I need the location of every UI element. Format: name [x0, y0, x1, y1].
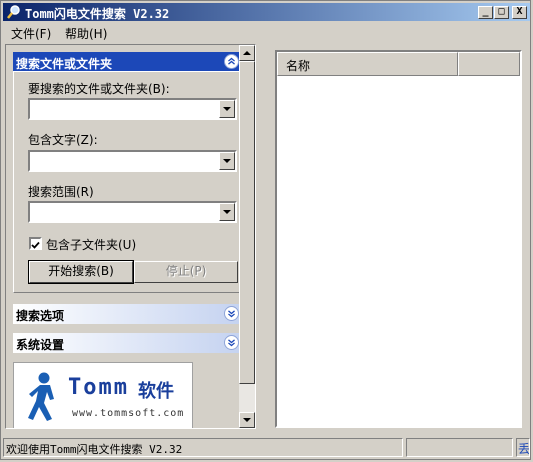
scroll-up-button[interactable]: [239, 45, 255, 61]
menu-bar: 文件(F) 帮助(H): [3, 22, 530, 41]
column-header-extra[interactable]: [458, 52, 520, 76]
menu-file[interactable]: 文件(F): [11, 25, 51, 42]
status-right-text: 丢: [518, 442, 530, 456]
status-message-panel: 欢迎使用Tomm闪电文件搜索 V2.32: [3, 438, 403, 457]
column-header-name[interactable]: 名称: [277, 52, 458, 76]
close-button[interactable]: X: [512, 6, 527, 19]
scroll-thumb[interactable]: [239, 61, 255, 384]
main-window: Tomm闪电文件搜索 V2.32 _ □ X 文件(F) 帮助(H) 搜索文件或…: [0, 0, 531, 460]
dropdown-arrow-icon: [223, 159, 231, 163]
logo-brand: Tomm: [68, 375, 129, 400]
menu-help[interactable]: 帮助(H): [65, 25, 107, 42]
chevron-down-icon[interactable]: [224, 335, 239, 350]
filename-combo[interactable]: [28, 98, 237, 120]
search-options-header[interactable]: 搜索选项: [13, 304, 243, 324]
magnifier-icon: [7, 5, 20, 19]
logo-url: www.tommsoft.com: [72, 408, 185, 419]
search-panel-title: 搜索文件或文件夹: [16, 57, 113, 71]
system-settings-title: 系统设置: [16, 338, 65, 352]
scroll-down-button[interactable]: [239, 412, 255, 428]
arrow-up-icon: [243, 51, 251, 55]
checkmark-icon: [31, 241, 40, 249]
scope-combo[interactable]: [28, 201, 237, 223]
status-panel-middle: [406, 438, 513, 457]
status-message: 欢迎使用Tomm闪电文件搜索 V2.32: [6, 443, 183, 456]
results-list[interactable]: 名称: [275, 50, 522, 428]
dropdown-arrow-icon: [223, 210, 231, 214]
logo-brand-cn: 软件: [138, 381, 174, 402]
contains-text-combo[interactable]: [28, 150, 237, 172]
start-search-button[interactable]: 开始搜索(B): [28, 260, 134, 284]
status-bar: 欢迎使用Tomm闪电文件搜索 V2.32 丢: [3, 438, 530, 459]
chevron-up-icon[interactable]: [224, 54, 239, 69]
filename-dropdown-button[interactable]: [219, 100, 235, 118]
runner-icon: [28, 372, 54, 421]
arrow-down-icon: [243, 418, 251, 422]
scope-dropdown-button[interactable]: [219, 203, 235, 221]
system-settings-header[interactable]: 系统设置: [13, 333, 243, 353]
minimize-button[interactable]: _: [478, 6, 493, 19]
chevron-down-icon[interactable]: [224, 306, 239, 321]
subfolders-checkbox[interactable]: [29, 237, 42, 250]
window-title: Tomm闪电文件搜索 V2.32: [25, 7, 170, 21]
search-options-title: 搜索选项: [16, 309, 65, 323]
stop-button[interactable]: 停止(P): [134, 261, 238, 283]
title-bar[interactable]: Tomm闪电文件搜索 V2.32 _ □ X: [3, 3, 530, 21]
subfolders-label[interactable]: 包含子文件夹(U): [46, 236, 136, 253]
search-panel-header[interactable]: 搜索文件或文件夹: [13, 52, 243, 72]
filename-label: 要搜索的文件或文件夹(B):: [28, 82, 170, 96]
search-panel-body: 要搜索的文件或文件夹(B): 包含文字(Z): 搜索范围(R) 包含子文件夹(U…: [13, 71, 243, 293]
scope-label: 搜索范围(R): [28, 185, 94, 199]
task-pane-scrollbar[interactable]: [239, 45, 255, 428]
contains-text-dropdown-button[interactable]: [219, 152, 235, 170]
task-pane: 搜索文件或文件夹 要搜索的文件或文件夹(B): 包含文字(Z): 搜索范围(R)…: [5, 44, 256, 429]
dropdown-arrow-icon: [223, 107, 231, 111]
contains-text-label: 包含文字(Z):: [28, 133, 98, 147]
tomm-logo: Tomm 软件 www.tommsoft.com: [13, 362, 193, 428]
maximize-button[interactable]: □: [494, 6, 509, 19]
status-panel-right: 丢: [516, 438, 530, 457]
